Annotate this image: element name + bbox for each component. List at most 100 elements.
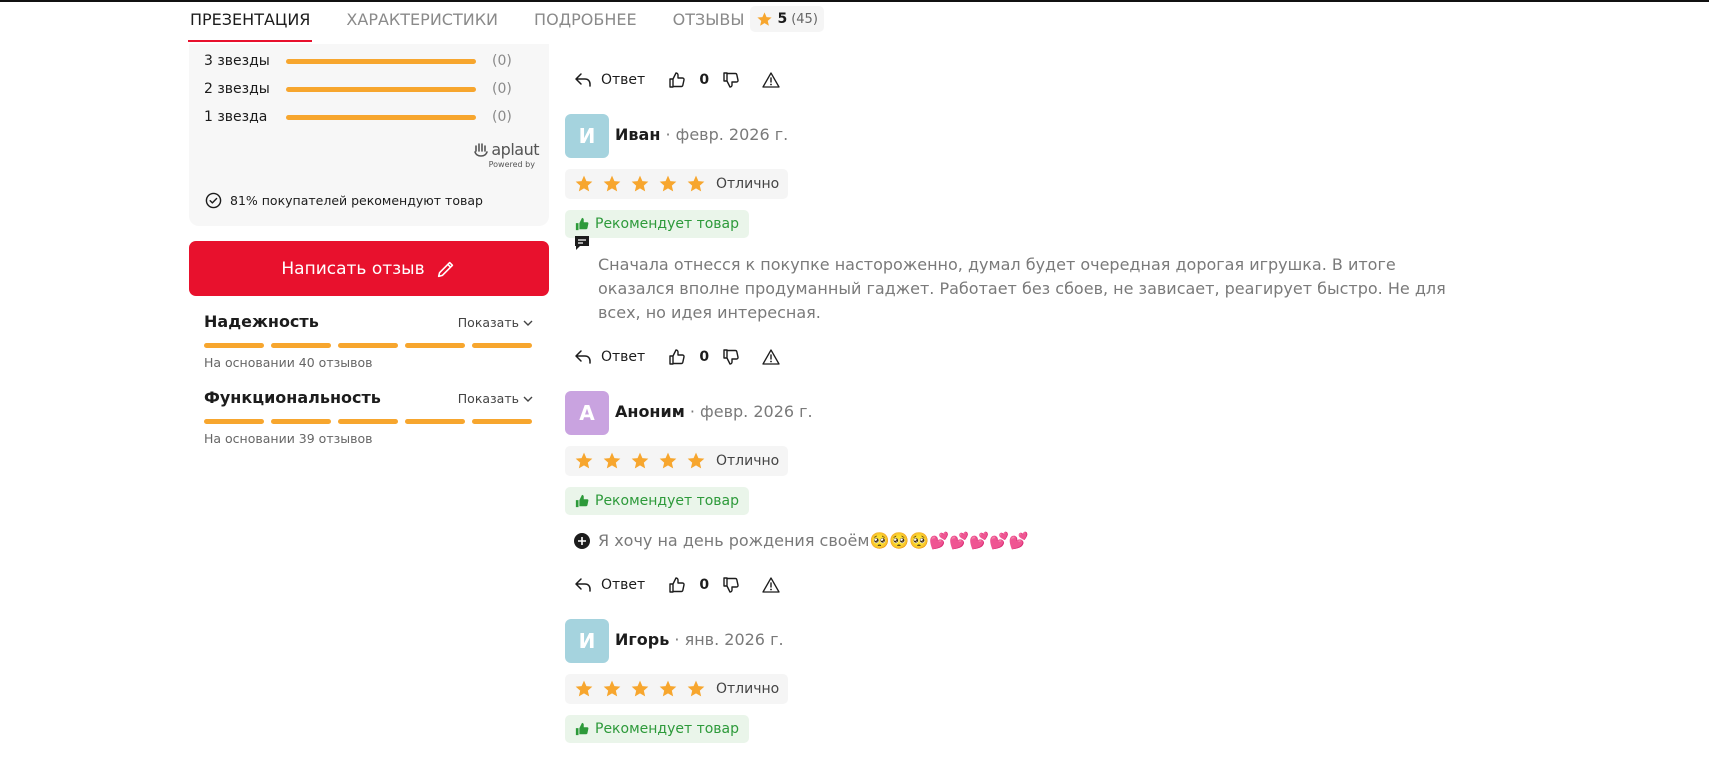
star-icon	[603, 680, 621, 697]
review-author[interactable]: Игорь	[615, 630, 669, 649]
attribute-score-bar	[204, 419, 532, 424]
recommend-summary-text: 81% покупателей рекомендуют товар	[230, 193, 483, 208]
review-date: · февр. 2026 г.	[689, 402, 813, 421]
attribute-show-button[interactable]: Показать	[458, 391, 534, 406]
star-icon	[659, 175, 677, 192]
reply-label: Ответ	[601, 349, 646, 365]
write-review-button[interactable]: Написать отзыв	[189, 241, 549, 296]
aplaut-logo[interactable]: aplaut Powered by	[463, 140, 539, 172]
attribute-note: На основании 39 отзывов	[204, 431, 373, 446]
star-icon	[603, 452, 621, 469]
thumbs-up-icon	[575, 494, 589, 508]
recommend-text: Рекомендует товар	[595, 493, 740, 509]
attribute-title: Функциональность	[204, 388, 381, 407]
recommend-badge: Рекомендует товар	[565, 487, 750, 515]
review-author[interactable]: Иван	[615, 125, 660, 144]
star-icon	[687, 680, 705, 697]
write-review-label: Написать отзыв	[281, 258, 425, 279]
avatar: А	[565, 391, 609, 435]
review-author-line: Игорь · янв. 2026 г.	[615, 630, 784, 649]
like-count: 0	[699, 577, 710, 593]
recommend-summary: 81% покупателей рекомендуют товар	[205, 192, 483, 209]
recommend-text: Рекомендует товар	[595, 216, 740, 232]
attribute-title: Надежность	[204, 312, 319, 331]
recommend-badge: Рекомендует товар	[565, 715, 750, 743]
review-actions: Ответ 0	[573, 573, 781, 597]
warning-icon[interactable]	[761, 575, 781, 595]
attribute-show-label: Показать	[457, 391, 519, 406]
thumbs-up-icon[interactable]	[667, 347, 687, 367]
review-date: · янв. 2026 г.	[674, 630, 784, 649]
reply-button[interactable]: Ответ	[573, 575, 645, 595]
nav-rating-value: 5	[777, 11, 788, 27]
distribution-bar	[286, 86, 476, 92]
recommend-text: Рекомендует товар	[595, 721, 740, 737]
distribution-row[interactable]: 1 звезда (0)	[204, 106, 512, 128]
review-author[interactable]: Аноним	[615, 402, 685, 421]
review-stars: Отлично	[565, 169, 789, 199]
review-author-line: Иван · февр. 2026 г.	[615, 125, 788, 144]
reply-button[interactable]: Ответ	[573, 347, 645, 367]
thumbs-down-icon[interactable]	[721, 347, 741, 367]
reply-button[interactable]: Ответ	[573, 70, 645, 90]
star-icon	[603, 175, 621, 192]
attribute-show-label: Показать	[457, 315, 519, 330]
reply-label: Ответ	[601, 72, 646, 88]
thumbs-up-icon	[575, 217, 589, 231]
thumbs-up-icon	[575, 722, 589, 736]
attribute-score-bar	[204, 343, 532, 348]
distribution-row[interactable]: 3 звезды (0)	[204, 50, 512, 72]
distribution-label: 2 звезды	[204, 81, 270, 97]
review-author-line: Аноним · февр. 2026 г.	[615, 402, 813, 421]
distribution-label: 3 звезды	[204, 53, 270, 69]
rating-text: Отлично	[716, 453, 780, 469]
recommend-badge: Рекомендует товар	[565, 210, 750, 238]
star-icon	[631, 680, 649, 697]
thumbs-down-icon[interactable]	[721, 575, 741, 595]
rating-summary-card: 3 звезды (0) 2 звезды (0) 1 звезда (0) a…	[189, 44, 549, 226]
chevron-down-icon	[523, 396, 533, 402]
star-icon	[659, 680, 677, 697]
avatar: И	[565, 114, 609, 158]
thumbs-up-icon[interactable]	[667, 70, 687, 90]
star-icon	[659, 452, 677, 469]
reply-arrow-icon	[575, 350, 591, 364]
review-date: · февр. 2026 г.	[665, 125, 789, 144]
warning-icon[interactable]	[761, 347, 781, 367]
plus-circle-icon	[574, 533, 590, 549]
tab-presentation[interactable]: ПРЕЗЕНТАЦИЯ	[187, 8, 313, 42]
distribution-row[interactable]: 2 звезды (0)	[204, 78, 512, 100]
reply-arrow-icon	[575, 578, 591, 592]
star-icon	[575, 175, 593, 192]
avatar: И	[565, 619, 609, 663]
distribution-count: (0)	[492, 81, 512, 97]
star-icon	[687, 452, 705, 469]
check-circle-icon	[205, 192, 222, 209]
distribution-bar	[286, 114, 476, 120]
score-segment	[204, 419, 264, 424]
score-segment	[472, 343, 532, 348]
tab-characteristics[interactable]: ХАРАКТЕРИСТИКИ	[346, 8, 498, 42]
speech-bubble-icon	[575, 236, 589, 250]
like-count: 0	[699, 349, 710, 365]
score-segment	[338, 343, 398, 348]
attribute-show-button[interactable]: Показать	[458, 315, 534, 330]
score-segment	[271, 419, 331, 424]
star-icon	[631, 452, 649, 469]
score-segment	[405, 419, 465, 424]
distribution-count: (0)	[492, 53, 512, 69]
nav-rating-count: (45)	[791, 11, 818, 27]
review-actions: Ответ 0	[573, 68, 781, 92]
hand-icon	[474, 142, 489, 157]
star-icon	[631, 175, 649, 192]
distribution-bar	[286, 58, 476, 64]
previous-review-text-clipped	[598, 26, 1178, 46]
review-stars: Отлично	[565, 674, 789, 704]
review-actions: Ответ 0	[573, 345, 781, 369]
review-comment: Я хочу на день рождения своём🥺🥺🥺💕💕💕💕💕	[598, 531, 1029, 550]
thumbs-down-icon[interactable]	[721, 70, 741, 90]
thumbs-up-icon[interactable]	[667, 575, 687, 595]
star-icon	[757, 11, 773, 26]
warning-icon[interactable]	[761, 70, 781, 90]
score-segment	[405, 343, 465, 348]
